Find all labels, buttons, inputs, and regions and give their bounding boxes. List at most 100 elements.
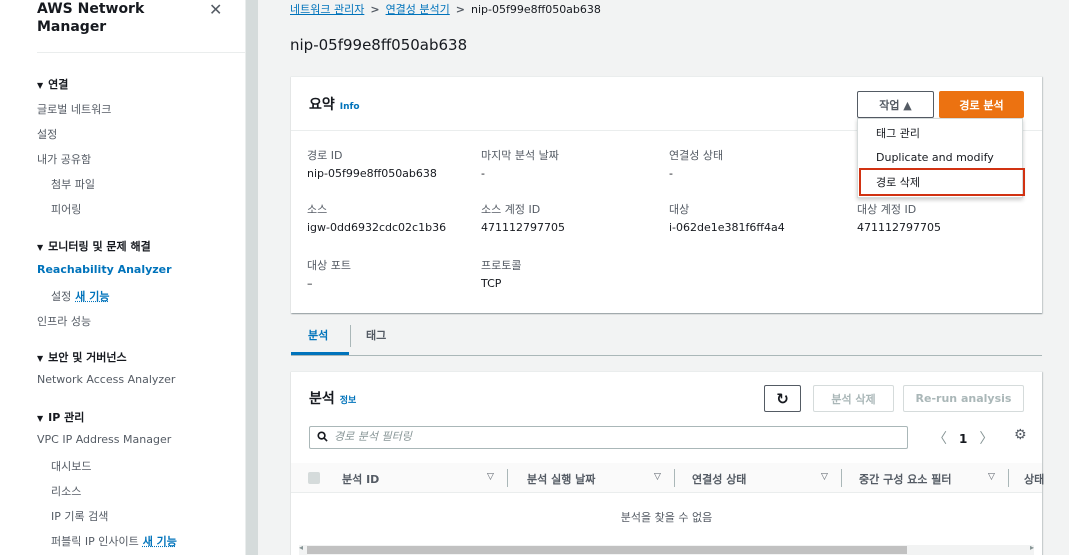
sidebar-title: AWS Network Manager xyxy=(37,1,145,35)
current-page[interactable]: 1 xyxy=(959,432,967,446)
field-value: igw-0dd6932cdc02c1b36 xyxy=(307,221,447,234)
field-value: - xyxy=(669,167,673,180)
sidebar-item[interactable]: Reachability Analyzer xyxy=(37,263,172,276)
column-status[interactable]: 상태 xyxy=(1024,471,1044,487)
gear-icon[interactable]: ⚙ xyxy=(1014,427,1027,443)
sidebar-item[interactable]: 내가 공유함 xyxy=(37,151,91,167)
sidebar-item-label: 내가 공유함 xyxy=(37,153,92,166)
sort-icon[interactable]: ▽ xyxy=(821,472,828,482)
field-label: 대상 xyxy=(669,203,690,216)
menu-item-duplicate-modify[interactable]: Duplicate and modify xyxy=(858,145,1022,170)
caret-down-icon: ▼ xyxy=(37,81,44,90)
scroll-right-icon[interactable]: ▸ xyxy=(1030,543,1034,552)
delete-analysis-button[interactable]: 분석 삭제 xyxy=(813,385,894,412)
sidebar-item-label: 연결 xyxy=(48,78,69,91)
field-label: 소스 계정 ID xyxy=(481,203,541,216)
breadcrumb-network-manager[interactable]: 네트워크 관리자 xyxy=(290,3,364,16)
next-page-icon[interactable]: 〉 xyxy=(979,431,993,447)
column-run-date[interactable]: 분석 실행 날짜 xyxy=(527,471,595,487)
horizontal-scrollbar[interactable]: ◂ ▸ xyxy=(299,543,1034,555)
scroll-left-icon[interactable]: ◂ xyxy=(299,543,303,552)
close-icon[interactable]: ✕ xyxy=(209,0,222,19)
field-value: nip-05f99e8ff050ab638 xyxy=(307,167,437,180)
sidebar-section[interactable]: ▼ 연결 xyxy=(37,76,68,92)
sort-icon[interactable]: ▽ xyxy=(654,472,661,482)
column-divider xyxy=(1008,469,1009,487)
breadcrumb: 네트워크 관리자 > 연결성 분석기 > nip-05f99e8ff050ab638 xyxy=(290,1,601,17)
sidebar-item-label: Reachability Analyzer xyxy=(37,263,172,276)
sidebar-item-label: Network Access Analyzer xyxy=(37,373,176,386)
actions-dropdown: 태그 관리 Duplicate and modify 경로 삭제 xyxy=(857,118,1025,198)
sidebar-divider xyxy=(37,52,245,53)
sidebar-item[interactable]: VPC IP Address Manager xyxy=(37,433,171,446)
tab-bar: 분석 태그 xyxy=(291,322,1042,356)
sort-icon[interactable]: ▽ xyxy=(988,472,995,482)
sidebar-section[interactable]: ▼ IP 관리 xyxy=(37,409,84,425)
sidebar-item-label: 인프라 성능 xyxy=(37,315,92,328)
field-label: 대상 계정 ID xyxy=(857,203,917,216)
menu-item-manage-tags[interactable]: 태그 관리 xyxy=(858,120,1022,145)
sidebar-item[interactable]: 글로벌 네트워크 xyxy=(37,101,111,117)
sidebar-item[interactable]: 피어링 xyxy=(51,201,81,217)
select-all-checkbox[interactable] xyxy=(308,472,320,484)
field-label: 마지막 분석 날짜 xyxy=(481,149,559,162)
sidebar-item-label: 리소스 xyxy=(51,485,82,498)
column-divider xyxy=(507,469,508,487)
empty-table-message: 분석을 찾을 수 없음 xyxy=(620,511,713,524)
field-value: - xyxy=(481,167,485,180)
analysis-panel: 분석 정보 ↻ 분석 삭제 Re-run analysis 〈 1 〉 ⚙ 분석 ID… xyxy=(291,371,1044,555)
active-tab-indicator xyxy=(291,352,349,355)
prev-page-icon[interactable]: 〈 xyxy=(933,431,947,447)
sidebar-item-label: 글로벌 네트워크 xyxy=(37,103,112,116)
caret-down-icon: ▼ xyxy=(37,243,44,252)
menu-item-delete-path[interactable]: 경로 삭제 xyxy=(859,168,1025,196)
new-feature-badge: 새 기능 xyxy=(75,290,110,303)
sidebar-item[interactable]: 인프라 성능 xyxy=(37,313,91,329)
sidebar-item-label: 첨부 파일 xyxy=(51,178,95,191)
field-value: i-062de1e381f6ff4a4 xyxy=(669,221,785,234)
sidebar-scrollbar[interactable] xyxy=(246,0,258,555)
column-divider xyxy=(674,469,675,487)
sidebar-section[interactable]: ▼ 보안 및 거버넌스 xyxy=(37,349,127,365)
sidebar-item[interactable]: 퍼블릭 IP 인사이트 새 기능 xyxy=(51,533,177,549)
column-intermediate-filter[interactable]: 중간 구성 요소 필터 xyxy=(859,471,951,487)
sidebar-item[interactable]: 첨부 파일 xyxy=(51,176,95,192)
actions-button[interactable]: 작업 ▲ xyxy=(857,91,934,118)
rerun-analysis-button[interactable]: Re-run analysis xyxy=(903,385,1024,412)
column-analysis-id[interactable]: 분석 ID xyxy=(342,471,379,487)
info-link[interactable]: 정보 xyxy=(340,396,357,406)
sidebar-item-label: 퍼블릭 IP 인사이트 xyxy=(51,535,139,548)
field-label: 연결성 상태 xyxy=(669,149,724,162)
field-label: 대상 포트 xyxy=(307,259,351,272)
sidebar-item[interactable]: 설정 새 기능 xyxy=(51,288,109,304)
analyze-path-button[interactable]: 경로 분석 xyxy=(939,91,1024,118)
sidebar-item[interactable]: IP 기록 검색 xyxy=(51,508,108,524)
sidebar-item-label: IP 관리 xyxy=(48,411,85,424)
refresh-button[interactable]: ↻ xyxy=(764,385,801,412)
sidebar-item-label: VPC IP Address Manager xyxy=(37,433,172,446)
field-label: 프로토콜 xyxy=(481,259,522,272)
tab-analysis[interactable]: 분석 xyxy=(308,327,328,343)
sidebar-item-label: 대시보드 xyxy=(51,460,92,473)
breadcrumb-current: nip-05f99e8ff050ab638 xyxy=(471,3,601,16)
breadcrumb-reachability-analyzer[interactable]: 연결성 분석기 xyxy=(386,3,450,16)
field-value: – xyxy=(307,277,313,290)
filter-search xyxy=(309,426,908,449)
sidebar-item[interactable]: 대시보드 xyxy=(51,458,91,474)
sidebar-section[interactable]: ▼ 모니터링 및 문제 해결 xyxy=(37,238,151,254)
sidebar-item[interactable]: 설정 xyxy=(37,126,57,142)
table-header: 분석 ID ▽ 분석 실행 날짜 ▽ 연결성 상태 ▽ 중간 구성 요소 필터 … xyxy=(291,463,1044,493)
column-connectivity-status[interactable]: 연결성 상태 xyxy=(692,471,746,487)
scrollbar-thumb[interactable] xyxy=(307,546,907,554)
analysis-title: 분석 정보 xyxy=(309,388,356,408)
field-value: TCP xyxy=(481,277,502,290)
field-label: 경로 ID xyxy=(307,149,343,162)
field-value: 471112797705 xyxy=(857,221,941,234)
search-input[interactable] xyxy=(334,430,894,443)
sidebar-item[interactable]: Network Access Analyzer xyxy=(37,373,175,386)
info-link[interactable]: Info xyxy=(340,102,360,112)
main-content: 네트워크 관리자 > 연결성 분석기 > nip-05f99e8ff050ab638 n… xyxy=(258,0,1069,555)
sidebar-item[interactable]: 리소스 xyxy=(51,483,81,499)
sort-icon[interactable]: ▽ xyxy=(487,472,494,482)
tab-tags[interactable]: 태그 xyxy=(366,327,386,343)
